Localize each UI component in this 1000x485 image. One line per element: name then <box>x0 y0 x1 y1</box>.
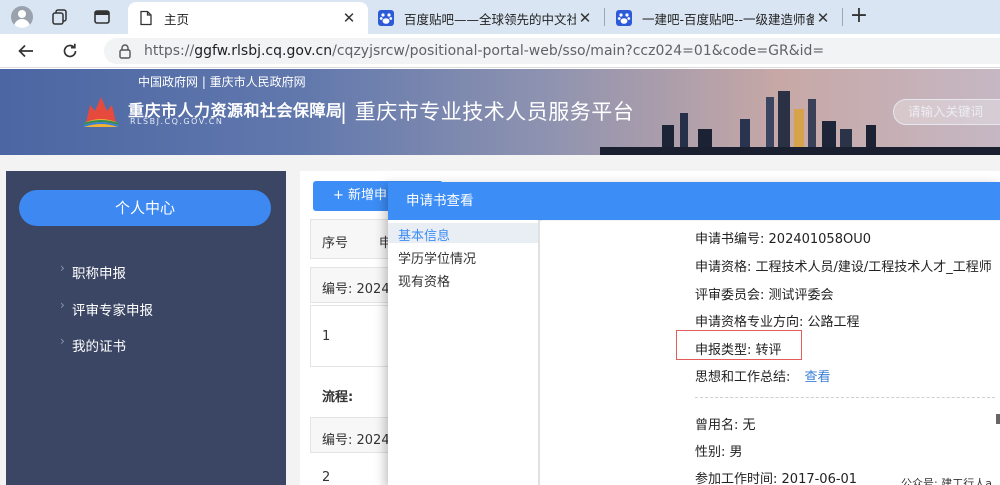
modal-nav-education[interactable]: 学历学位情况 <box>398 248 476 267</box>
profile-button[interactable] <box>8 4 36 30</box>
tab-home[interactable]: 主页 ✕ <box>128 2 368 34</box>
sidebar-item-my-certificates[interactable]: 我的证书 <box>60 334 126 355</box>
row-id: 编号: 2024 <box>322 282 390 297</box>
flow-label: 流程: <box>322 390 354 405</box>
field-label: 曾用名: <box>695 418 739 433</box>
field-label: 申报类型: <box>695 343 752 358</box>
tab-separator <box>604 8 605 26</box>
field-label: 申请资格专业方向: <box>695 315 804 330</box>
field-work-start-date: 参加工作时间: 2017-06-01 <box>695 468 857 485</box>
field-value: 2017-06-01 <box>781 472 858 485</box>
field-label: 性别: <box>695 445 726 460</box>
baidu-paw-icon <box>378 10 394 26</box>
url-text: https://ggfw.rlsbj.cq.gov.cn/cqzyjsrcw/p… <box>144 43 825 59</box>
field-value: 转评 <box>755 343 782 358</box>
baidu-paw-icon <box>616 10 632 26</box>
platform-name: | 重庆市专业技术人员服务平台 <box>340 100 635 124</box>
close-icon[interactable]: ✕ <box>814 9 832 27</box>
field-gender: 性别: 男 <box>695 441 743 460</box>
row-id: 编号: 2024 <box>322 433 390 448</box>
detail-panel: 申请书编号: 202401058OU0 申请资格: 工程技术人员/建设/工程技术… <box>540 221 1000 485</box>
row-index: 1 <box>322 329 331 344</box>
sidebar-personal-center[interactable]: 个人中心 <box>19 190 271 226</box>
field-value: 公路工程 <box>807 315 860 330</box>
field-work-summary: 思想和工作总结: 查看 <box>695 366 831 385</box>
row-index: 2 <box>322 470 331 485</box>
bureau-logo-icon <box>83 97 119 127</box>
field-label: 评审委员会: <box>695 288 765 303</box>
org-domain: RLSBJ.CQ.GOV.CN <box>130 117 224 126</box>
plus-icon[interactable]: + <box>846 4 872 30</box>
url-field[interactable]: https://ggfw.rlsbj.cq.gov.cn/cqzyjsrcw/p… <box>104 38 1000 64</box>
sidebar: 个人中心 职称申报 评审专家申报 我的证书 <box>6 171 286 485</box>
field-major: 申请资格专业方向: 公路工程 <box>695 311 860 330</box>
url-domain: ggfw.rlsbj.cq.gov.cn <box>194 43 333 59</box>
workspaces-icon <box>52 9 67 25</box>
reload-icon <box>63 43 77 58</box>
field-committee: 评审委员会: 测试评委会 <box>695 284 834 303</box>
site-banner: 中国政府网 | 重庆市人民政府网 重庆市人力资源和社会保障局 RLSBJ.CQ.… <box>0 69 1000 155</box>
watermark-text: 公众号: 建工行人a <box>901 477 992 485</box>
page-icon <box>140 10 152 26</box>
reload-button[interactable] <box>56 38 84 64</box>
gov-links[interactable]: 中国政府网 | 重庆市人民政府网 <box>138 73 306 90</box>
modal-nav-current-qualification[interactable]: 现有资格 <box>398 271 450 290</box>
field-value: 无 <box>742 418 756 433</box>
edge-fragment <box>996 414 1000 424</box>
close-icon[interactable]: ✕ <box>340 9 358 27</box>
modal-nav-basic-info[interactable]: 基本信息 <box>398 225 450 244</box>
field-value: 测试评委会 <box>768 288 834 303</box>
avatar-icon <box>11 6 33 28</box>
url-path: /cqzyjsrcw/positional-portal-web/sso/mai… <box>332 43 825 59</box>
field-application-type: 申报类型: 转评 <box>695 339 782 358</box>
banner-search-input[interactable]: 请输入关键词 <box>893 99 1000 125</box>
field-label: 申请资格: <box>695 260 752 275</box>
field-value: 202401058OU0 <box>768 232 871 247</box>
tab-label: 一建吧-百度贴吧--一级建造师备考 <box>642 11 814 27</box>
view-summary-link[interactable]: 查看 <box>805 370 831 385</box>
browser-tab-bar: 主页 ✕ 百度贴吧——全球领先的中文社区 ✕ 一建吧-百度贴吧--一级建造师备考… <box>0 0 1000 34</box>
field-qualification: 申请资格: 工程技术人员/建设/工程技术人才_工程师 <box>695 256 992 275</box>
field-value: 工程技术人员/建设/工程技术人才_工程师 <box>755 260 992 275</box>
tab-separator <box>842 8 843 26</box>
field-application-number: 申请书编号: 202401058OU0 <box>695 228 871 247</box>
field-label: 参加工作时间: <box>695 472 778 485</box>
modal-nav: 基本信息 学历学位情况 现有资格 <box>388 220 538 485</box>
site-info-icon[interactable] <box>118 43 132 59</box>
tab-actions-button[interactable] <box>88 4 116 30</box>
field-value: 男 <box>729 445 743 460</box>
back-button[interactable] <box>12 38 40 64</box>
tab-actions-icon <box>94 10 110 24</box>
modal-title: 申请书查看 <box>388 182 1000 220</box>
field-former-name: 曾用名: 无 <box>695 414 756 433</box>
tab-yijian-tieba[interactable]: 一建吧-百度贴吧--一级建造师备考 ✕ <box>606 2 842 34</box>
column-header-index: 序号 <box>322 236 349 251</box>
sidebar-item-title-application[interactable]: 职称申报 <box>60 261 126 282</box>
tab-baidu-tieba[interactable]: 百度贴吧——全球领先的中文社区 ✕ <box>368 2 604 34</box>
sidebar-item-expert-application[interactable]: 评审专家申报 <box>60 298 153 319</box>
back-arrow-icon <box>18 44 33 58</box>
address-bar: https://ggfw.rlsbj.cq.gov.cn/cqzyjsrcw/p… <box>0 34 1000 68</box>
tab-label: 百度贴吧——全球领先的中文社区 <box>404 11 576 27</box>
close-icon[interactable]: ✕ <box>576 9 594 27</box>
tab-label: 主页 <box>164 11 190 27</box>
section-divider <box>695 397 995 398</box>
field-label: 思想和工作总结: <box>695 370 791 385</box>
workspaces-button[interactable] <box>46 4 74 30</box>
field-label: 申请书编号: <box>695 232 765 247</box>
